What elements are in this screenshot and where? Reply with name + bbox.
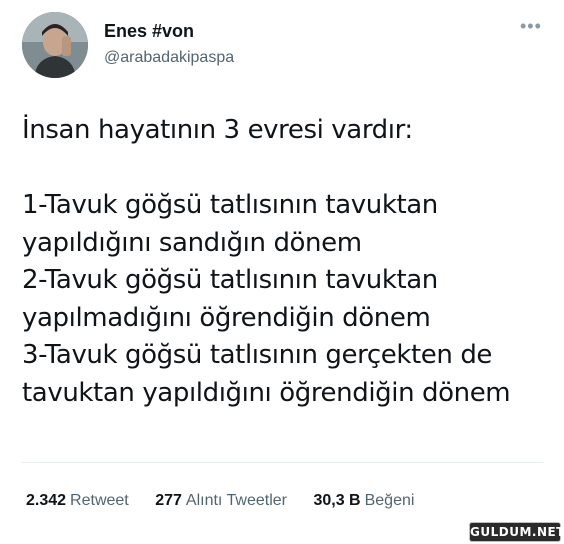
like-count: 30,3 B (313, 492, 361, 509)
tweet-text: İnsan hayatının 3 evresi vardır: 1-Tavuk… (22, 115, 511, 408)
quote-tweet-stat[interactable]: 277 Alıntı Tweetler (155, 492, 287, 510)
more-horizontal-icon[interactable]: ••• (520, 16, 542, 37)
divider (22, 462, 544, 463)
avatar[interactable] (22, 12, 88, 78)
author-name[interactable]: Enes #von (104, 21, 194, 42)
watermark-logo: GULDUM.NET (469, 522, 564, 542)
avatar-image (22, 12, 88, 78)
retweet-stat[interactable]: 2.342 Retweet (26, 492, 129, 510)
like-stat[interactable]: 30,3 B Beğeni (313, 492, 414, 510)
quote-tweet-count: 277 (155, 492, 182, 509)
retweet-count: 2.342 (26, 492, 67, 509)
tweet-card: Enes #von @arabadakipaspa ••• İnsan haya… (0, 0, 564, 544)
tweet-stats: 2.342 Retweet 277 Alıntı Tweetler 30,3 B Be… (26, 492, 436, 510)
retweet-label: Retweet (70, 492, 129, 509)
author-handle[interactable]: @arabadakipaspa (104, 49, 234, 67)
quote-tweet-label: Alıntı Tweetler (185, 492, 287, 509)
like-label: Beğeni (364, 492, 415, 509)
